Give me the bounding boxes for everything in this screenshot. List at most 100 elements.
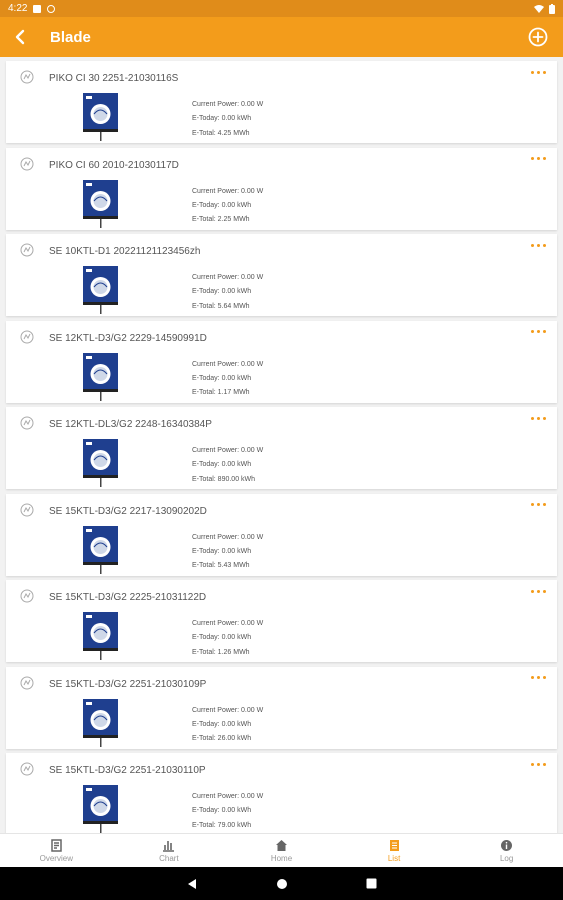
device-stats: Current Power: 0.00 W E-Today: 0.00 kWh E-… — [192, 358, 263, 401]
device-status-icon — [20, 589, 34, 603]
add-circle-icon — [528, 27, 548, 47]
more-options-button[interactable] — [531, 673, 551, 683]
current-power: Current Power: 0.00 W — [192, 101, 264, 108]
add-device-button[interactable] — [527, 26, 549, 48]
system-nav-bar — [0, 867, 563, 900]
list-icon — [389, 840, 399, 851]
device-name: SE 12KTL-D3/G2 2229-14590991D — [49, 332, 207, 344]
energy-total: E-Total: 1.26 MWh — [192, 648, 250, 656]
device-list: PIKO CI 30 2251-21030116S Current Power: … — [0, 57, 563, 833]
nav-back-icon[interactable] — [186, 878, 198, 890]
tab-home[interactable]: Home — [225, 834, 338, 868]
chart-icon — [163, 841, 175, 852]
energy-today: E-Today: 0.00 kWh — [192, 720, 252, 728]
device-card[interactable]: PIKO CI 60 2010-21030117D Current Power: … — [6, 147, 557, 230]
device-card[interactable]: SE 15KTL-D3/G2 2251-21030110P Current Pow… — [6, 753, 557, 833]
device-card[interactable]: SE 12KTL-DL3/G2 2248-16340384P Current Po… — [6, 407, 557, 489]
device-status-icon — [20, 762, 34, 776]
device-stats: Current Power: 0.00 W E-Today: 0.00 kWh E-… — [192, 444, 263, 487]
inverter-image — [83, 179, 118, 228]
energy-today: E-Today: 0.00 kWh — [192, 115, 252, 123]
inverter-image — [83, 352, 118, 401]
more-options-button[interactable] — [531, 240, 551, 250]
current-power: Current Power: 0.00 W — [192, 793, 264, 800]
log-icon — [501, 840, 513, 851]
home-icon — [275, 840, 287, 851]
more-options-button[interactable] — [531, 500, 551, 510]
device-card[interactable]: PIKO CI 30 2251-21030116S Current Power: … — [6, 61, 557, 143]
current-power: Current Power: 0.00 W — [192, 274, 264, 281]
more-options-button[interactable] — [531, 67, 551, 77]
device-stats: Current Power: 0.00 W E-Today: 0.00 kWh E-… — [192, 790, 263, 833]
back-button[interactable] — [0, 17, 40, 57]
current-power: Current Power: 0.00 W — [192, 187, 264, 195]
tab-label: Home — [270, 854, 293, 863]
inverter-image — [83, 612, 118, 660]
energy-total: E-Total: 2.25 MWh — [192, 216, 250, 224]
device-name: PIKO CI 60 2010-21030117D — [49, 159, 179, 171]
energy-today: E-Today: 0.00 kWh — [192, 461, 252, 469]
energy-today: E-Today: 0.00 kWh — [192, 374, 252, 382]
energy-total: E-Total: 26.00 kWh — [192, 735, 252, 743]
device-status-icon — [20, 416, 34, 430]
status-time: 4:22 — [8, 3, 28, 14]
device-card[interactable]: SE 15KTL-D3/G2 2217-13090202D Current Pow… — [6, 493, 557, 576]
current-power: Current Power: 0.00 W — [192, 360, 264, 368]
tab-chart[interactable]: Chart — [113, 834, 226, 868]
energy-today: E-Today: 0.00 kWh — [192, 807, 252, 815]
tab-label: Log — [499, 854, 514, 863]
current-power: Current Power: 0.00 W — [192, 706, 264, 714]
current-power: Current Power: 0.00 W — [192, 447, 264, 454]
device-name: SE 12KTL-DL3/G2 2248-16340384P — [49, 419, 212, 430]
device-status-icon — [20, 330, 34, 343]
energy-today: E-Today: 0.00 kWh — [192, 547, 252, 555]
device-stats: Current Power: 0.00 W E-Today: 0.00 kWh E-… — [192, 271, 263, 314]
device-stats: Current Power: 0.00 W E-Today: 0.00 kWh E-… — [192, 531, 263, 574]
more-options-button[interactable] — [531, 586, 551, 596]
tab-label: List — [387, 854, 401, 863]
nav-recents-icon[interactable] — [366, 878, 377, 889]
sim-icon — [33, 4, 42, 13]
device-status-icon — [20, 157, 34, 170]
device-card[interactable]: SE 12KTL-D3/G2 2229-14590991D Current Pow… — [6, 320, 557, 403]
device-stats: Current Power: 0.00 W E-Today: 0.00 kWh E-… — [192, 185, 263, 228]
inverter-image — [83, 266, 118, 314]
tab-label: Overview — [39, 854, 73, 863]
wifi-icon — [534, 5, 544, 13]
tab-label: Chart — [159, 854, 179, 863]
device-card[interactable]: SE 15KTL-D3/G2 2225-21031122D Current Pow… — [6, 580, 557, 662]
device-name: SE 15KTL-D3/G2 2251-21030109P — [49, 678, 207, 690]
nav-home-icon[interactable] — [276, 878, 288, 890]
status-bar: 4:22 — [0, 0, 563, 17]
energy-today: E-Today: 0.00 kWh — [192, 288, 252, 296]
device-status-icon — [20, 243, 34, 257]
overview-icon — [51, 839, 62, 852]
device-card[interactable]: SE 15KTL-D3/G2 2251-21030109P Current Pow… — [6, 666, 557, 749]
more-options-button[interactable] — [531, 154, 551, 164]
inverter-image — [83, 93, 118, 141]
energy-total: E-Total: 890.00 kWh — [192, 475, 256, 483]
device-name: SE 15KTL-D3/G2 2251-21030110P — [49, 765, 206, 776]
inverter-image — [83, 439, 118, 487]
tab-list[interactable]: List — [338, 834, 451, 868]
energy-total: E-Total: 79.00 kWh — [192, 821, 252, 829]
device-status-icon — [20, 676, 34, 689]
device-card[interactable]: SE 10KTL-D1 20221121123456zh Current Powe… — [6, 234, 557, 316]
energy-today: E-Today: 0.00 kWh — [192, 201, 252, 209]
device-stats: Current Power: 0.00 W E-Today: 0.00 kWh E-… — [192, 704, 263, 747]
inverter-image — [83, 698, 118, 747]
more-options-button[interactable] — [531, 759, 551, 769]
device-status-icon — [20, 503, 34, 516]
tab-log[interactable]: Log — [450, 834, 563, 868]
notification-icon — [47, 4, 56, 13]
more-options-button[interactable] — [531, 327, 551, 337]
battery-icon — [549, 3, 555, 14]
device-name: SE 15KTL-D3/G2 2217-13090202D — [49, 505, 207, 517]
app-bar: Blade — [0, 17, 563, 57]
device-name: PIKO CI 30 2251-21030116S — [49, 73, 179, 84]
current-power: Current Power: 0.00 W — [192, 533, 264, 541]
energy-total: E-Total: 5.43 MWh — [192, 562, 250, 570]
more-options-button[interactable] — [531, 413, 551, 423]
energy-today: E-Today: 0.00 kWh — [192, 634, 252, 642]
tab-overview[interactable]: Overview — [0, 834, 113, 868]
